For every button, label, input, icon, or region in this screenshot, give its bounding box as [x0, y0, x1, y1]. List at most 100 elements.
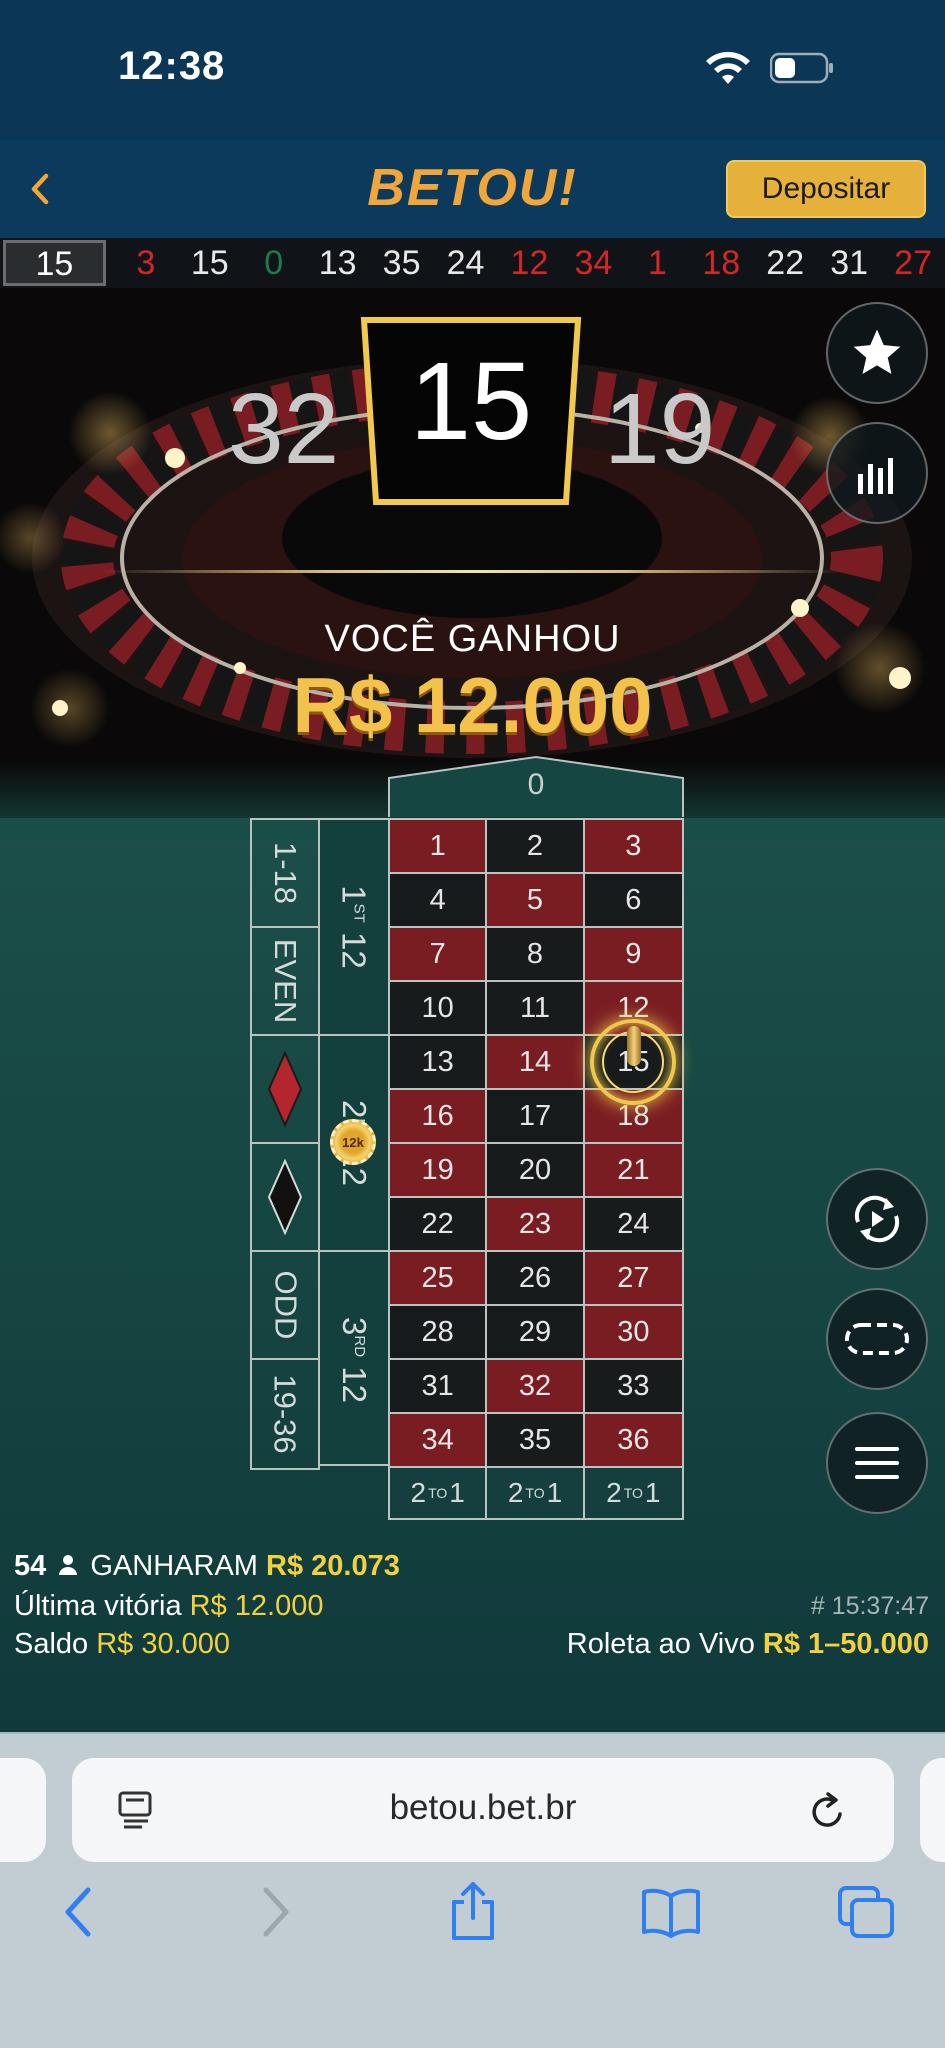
number-cell-24[interactable]: 24 [584, 1198, 682, 1252]
favorites-button[interactable] [826, 302, 928, 404]
number-cell-23[interactable]: 23 [487, 1198, 585, 1252]
number-cell-5[interactable]: 5 [487, 874, 585, 928]
history-item: 35 [382, 243, 421, 282]
next-tab-preview[interactable] [920, 1758, 945, 1862]
number-cell-17[interactable]: 17 [487, 1090, 585, 1144]
battery-icon [770, 52, 833, 84]
number-cell-8[interactable]: 8 [487, 928, 585, 982]
column-bet-2[interactable]: 2 TO 1 [487, 1468, 585, 1518]
number-cell-28[interactable]: 28 [390, 1306, 488, 1360]
menu-button[interactable] [826, 1412, 928, 1514]
bet-third-dozen[interactable]: 3RD 12 [320, 1252, 388, 1468]
live-video: 15 32 19 VOCÊ GANHOU R$ 12.000 [0, 288, 945, 818]
number-cell-14[interactable]: 14 [487, 1036, 585, 1090]
number-cell-9[interactable]: 9 [584, 928, 682, 982]
previous-tab-preview[interactable] [0, 1758, 46, 1862]
history-item: 13 [318, 243, 357, 282]
history-item: 12 [510, 243, 549, 282]
repeat-play-icon [854, 1195, 900, 1243]
history-item: 18 [702, 243, 741, 282]
number-cell-25[interactable]: 25 [390, 1252, 488, 1306]
bet-19-36-label: 19-36 [268, 1374, 304, 1454]
number-cell-22[interactable]: 22 [390, 1198, 488, 1252]
number-cell-6[interactable]: 6 [584, 874, 682, 928]
history-item: 3 [136, 243, 156, 282]
limits-value: R$ 1–50.000 [762, 1628, 929, 1660]
number-cell-20[interactable]: 20 [487, 1144, 585, 1198]
number-cell-1[interactable]: 1 [390, 820, 488, 874]
number-cell-29[interactable]: 29 [487, 1306, 585, 1360]
number-cell-35[interactable]: 35 [487, 1414, 585, 1468]
history-item: 22 [766, 243, 805, 282]
share-icon[interactable] [446, 1880, 500, 1942]
number-cell-11[interactable]: 11 [487, 982, 585, 1036]
winning-marker-pin [627, 1026, 641, 1066]
bet-black[interactable] [252, 1144, 318, 1252]
number-cell-10[interactable]: 10 [390, 982, 488, 1036]
last-win-label: Última vitória [14, 1590, 182, 1622]
red-diamond-icon [267, 1051, 303, 1127]
bet-1-18-label: 1-18 [267, 841, 303, 905]
statistics-button[interactable] [826, 422, 928, 524]
number-cell-21[interactable]: 21 [584, 1144, 682, 1198]
bet-even[interactable]: EVEN [252, 928, 318, 1036]
number-cell-27[interactable]: 27 [584, 1252, 682, 1306]
history-item: 15 [190, 243, 229, 282]
number-grid: 1234567891011121314151617181920212223242… [388, 818, 684, 1520]
winners-amount: R$ 20.073 [266, 1550, 400, 1582]
number-cell-32[interactable]: 32 [487, 1360, 585, 1414]
star-icon [853, 329, 901, 374]
bet-1-18[interactable]: 1-18 [252, 820, 318, 928]
number-cell-13[interactable]: 13 [390, 1036, 488, 1090]
number-cell-34[interactable]: 34 [390, 1414, 488, 1468]
win-label: VOCÊ GANHOU [324, 618, 621, 660]
winners-count: 54 [14, 1550, 47, 1582]
first-dozen-label: 1ST 12 [336, 885, 374, 969]
number-cell-16[interactable]: 16 [390, 1090, 488, 1144]
racetrack-button[interactable] [826, 1288, 928, 1390]
balance-label: Saldo [14, 1628, 89, 1660]
bet-red[interactable] [252, 1036, 318, 1144]
column-bet-3[interactable]: 2 TO 1 [584, 1468, 682, 1518]
history-current: 15 [3, 240, 106, 286]
person-icon [59, 1555, 78, 1575]
divider [100, 570, 845, 573]
history-item: 24 [446, 243, 485, 282]
black-diamond-icon [267, 1159, 303, 1235]
tabs-icon[interactable] [836, 1884, 896, 1940]
results-history: 15 3 15 0 13 35 24 12 34 1 18 22 31 27 [0, 238, 945, 288]
round-id: # 15:37:47 [810, 1592, 929, 1620]
number-cell-31[interactable]: 31 [390, 1360, 488, 1414]
winners-summary: 54 GANHARAM R$ 20.073 [14, 1550, 400, 1583]
bet-odd-label: ODD [268, 1270, 304, 1340]
number-cell-26[interactable]: 26 [487, 1252, 585, 1306]
number-cell-30[interactable]: 30 [584, 1306, 682, 1360]
number-cell-36[interactable]: 36 [584, 1414, 682, 1468]
browser-forward-icon[interactable] [254, 1884, 298, 1940]
browser-back-icon[interactable] [56, 1884, 100, 1940]
screen: 12:38 BETOU! Depositar 15 3 15 0 13 35 24 12 34… [0, 0, 945, 2048]
history-item: 1 [647, 243, 667, 282]
stats-bars-icon [858, 458, 893, 494]
history-item: 31 [830, 243, 869, 282]
column-bet-1[interactable]: 2 TO 1 [390, 1468, 488, 1518]
number-cell-2[interactable]: 2 [487, 820, 585, 874]
app-header: BETOU! Depositar [0, 140, 945, 238]
number-cell-7[interactable]: 7 [390, 928, 488, 982]
number-cell-4[interactable]: 4 [390, 874, 488, 928]
number-cell-33[interactable]: 33 [584, 1360, 682, 1414]
bet-chip[interactable]: 12k [330, 1119, 376, 1165]
number-cell-19[interactable]: 19 [390, 1144, 488, 1198]
bookmarks-icon[interactable] [640, 1886, 702, 1938]
rebet-button[interactable] [826, 1168, 928, 1270]
bet-odd[interactable]: ODD [252, 1252, 318, 1360]
number-cell-3[interactable]: 3 [584, 820, 682, 874]
bet-first-dozen[interactable]: 1ST 12 [320, 820, 388, 1036]
reload-icon[interactable] [806, 1790, 850, 1834]
deposit-button[interactable]: Depositar [726, 160, 926, 218]
zero-label: 0 [527, 768, 545, 801]
bet-even-label: EVEN [268, 938, 304, 1024]
bet-19-36[interactable]: 19-36 [252, 1360, 318, 1468]
url-text[interactable]: betou.bet.br [72, 1788, 894, 1828]
history-item: 27 [894, 243, 932, 282]
